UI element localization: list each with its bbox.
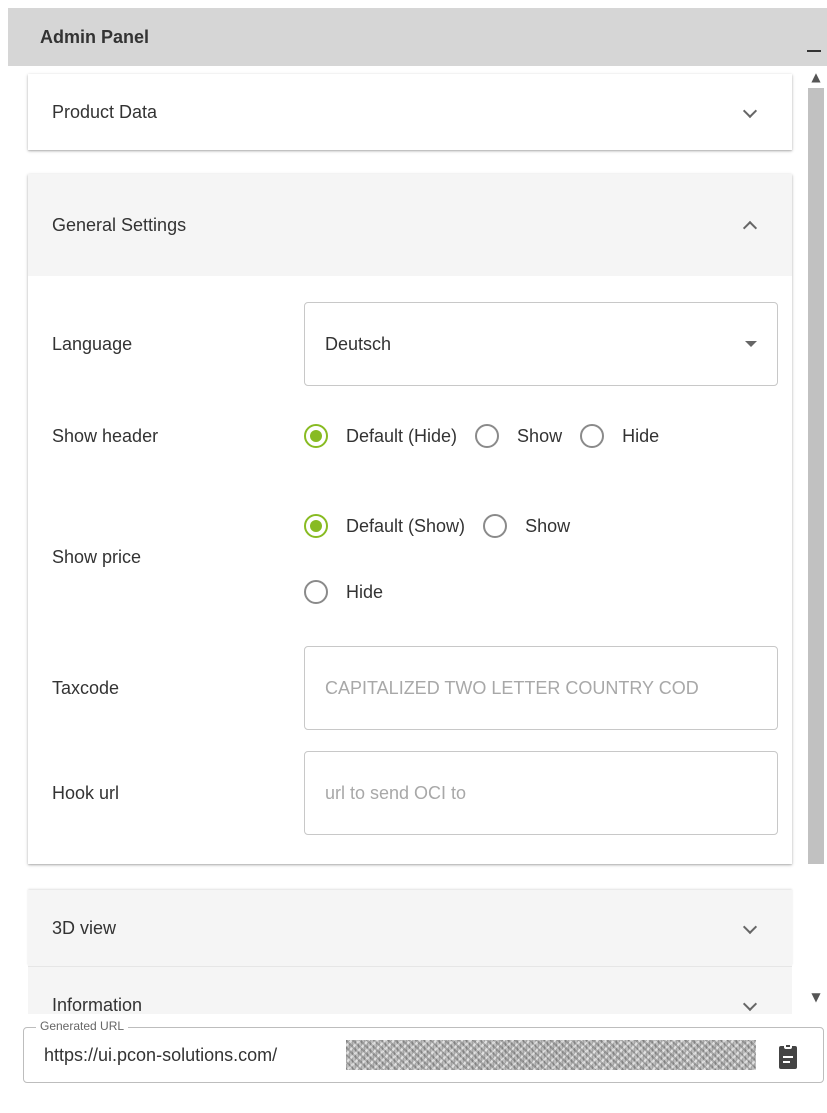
radio-label: Default (Hide) xyxy=(346,425,458,446)
radio-checked-icon xyxy=(304,514,328,538)
radio-checked-icon xyxy=(304,424,328,448)
radio-label: Show xyxy=(525,515,571,536)
3d-view-panel: 3D view xyxy=(28,890,792,966)
radio-unchecked-icon xyxy=(483,514,508,538)
show-price-radio-group: Default (Show) Show Hide xyxy=(304,509,664,609)
taxcode-input[interactable] xyxy=(325,677,777,699)
show-header-radio-group: Default (Hide) Show Hide xyxy=(304,419,677,453)
dropdown-arrow-icon xyxy=(745,341,757,347)
chevron-down-icon xyxy=(742,998,756,1012)
generated-url-legend: Generated URL xyxy=(36,1019,129,1033)
language-label: Language xyxy=(52,333,133,354)
product-data-panel: Product Data xyxy=(28,74,792,150)
show-price-show-radio[interactable]: Show xyxy=(483,509,570,543)
general-settings-header[interactable]: General Settings xyxy=(28,174,792,276)
3d-view-label: 3D view xyxy=(52,917,117,938)
show-price-default-radio[interactable]: Default (Show) xyxy=(304,509,465,543)
radio-label: Show xyxy=(517,425,563,446)
general-settings-label: General Settings xyxy=(52,214,187,235)
hook-url-row: Hook url xyxy=(52,751,792,835)
show-header-default-radio[interactable]: Default (Hide) xyxy=(304,419,457,453)
scrollbar-thumb[interactable] xyxy=(808,88,824,864)
scroll-up-icon[interactable]: ▲ xyxy=(805,68,827,86)
language-row: Language Deutsch xyxy=(52,302,792,386)
language-select[interactable]: Deutsch xyxy=(304,302,778,386)
language-select-value: Deutsch xyxy=(325,333,392,354)
product-data-label: Product Data xyxy=(52,101,158,122)
product-data-header[interactable]: Product Data xyxy=(28,74,792,150)
admin-panel-titlebar: Admin Panel xyxy=(8,8,827,66)
show-price-row: Show price Default (Show) Show Hide xyxy=(52,509,792,609)
taxcode-label: Taxcode xyxy=(52,677,120,698)
radio-unchecked-icon xyxy=(475,424,500,448)
radio-label: Default (Show) xyxy=(346,515,466,536)
radio-label: Hide xyxy=(346,581,384,602)
chevron-up-icon xyxy=(742,218,756,232)
general-settings-panel: General Settings Language Deutsch Show h… xyxy=(28,174,792,864)
3d-view-header[interactable]: 3D view xyxy=(28,890,792,966)
information-panel: Information xyxy=(28,966,792,1014)
hook-url-input[interactable] xyxy=(325,782,777,804)
hook-url-field xyxy=(304,751,778,835)
generated-url-text: https://ui.pcon-solutions.com/ xyxy=(44,1045,278,1065)
show-header-show-radio[interactable]: Show xyxy=(475,419,562,453)
minimize-icon[interactable] xyxy=(805,26,823,54)
radio-unchecked-icon xyxy=(580,424,605,448)
redacted-url-segment xyxy=(346,1040,756,1070)
show-price-hide-radio[interactable]: Hide xyxy=(304,575,383,609)
admin-panel-content[interactable]: Product Data General Settings Language D… xyxy=(8,66,827,1014)
clipboard-icon[interactable] xyxy=(777,1042,799,1070)
scroll-down-icon[interactable]: ▼ xyxy=(805,988,827,1006)
radio-unchecked-icon xyxy=(304,580,328,604)
show-header-hide-radio[interactable]: Hide xyxy=(580,419,659,453)
taxcode-field xyxy=(304,646,778,730)
chevron-down-icon xyxy=(742,105,756,119)
vertical-scrollbar[interactable]: ▲ ▼ xyxy=(805,66,827,1014)
show-header-label: Show header xyxy=(52,425,159,446)
information-header[interactable]: Information xyxy=(28,967,792,1014)
radio-label: Hide xyxy=(622,425,660,446)
show-header-row: Show header Default (Hide) Show Hide xyxy=(52,419,792,453)
hook-url-label: Hook url xyxy=(52,782,120,803)
chevron-down-icon xyxy=(742,921,756,935)
generated-url-field[interactable]: Generated URL https://ui.pcon-solutions.… xyxy=(23,1019,824,1083)
show-price-label: Show price xyxy=(52,547,142,567)
information-label: Information xyxy=(52,994,143,1015)
admin-panel-title: Admin Panel xyxy=(40,26,150,47)
taxcode-row: Taxcode xyxy=(52,646,792,730)
